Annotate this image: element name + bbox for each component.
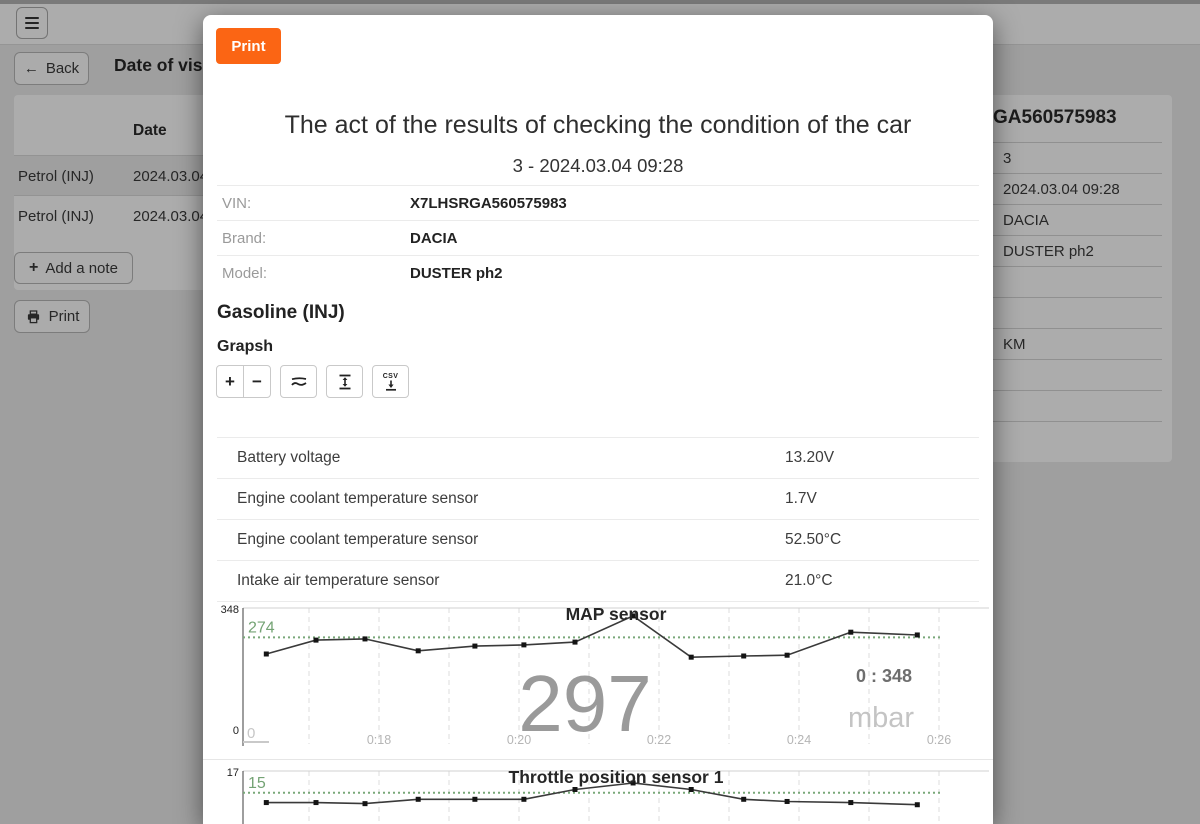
svg-text:17: 17 (227, 767, 239, 779)
sensor-name: Intake air temperature sensor (217, 572, 785, 590)
svg-text:348: 348 (221, 604, 239, 616)
sensor-row: Engine coolant temperature sensor 52.50°… (217, 519, 979, 560)
chart-map-sensor[interactable]: 274 348 00 297 0 : 348 mbar 0:18 0:20 0:22 0:24 0:… (203, 598, 993, 760)
svg-text:0: 0 (247, 725, 255, 742)
svg-text:297: 297 (518, 659, 651, 748)
svg-text:0:26: 0:26 (927, 733, 951, 747)
info-value: X7LHSRGA560575983 (410, 195, 567, 212)
svg-text:mbar: mbar (848, 702, 914, 734)
sensor-row: Intake air temperature sensor 21.0°C (217, 560, 979, 601)
export-csv-button[interactable]: CSV (372, 365, 409, 398)
svg-text:MAP sensor: MAP sensor (566, 604, 667, 624)
sensor-name: Engine coolant temperature sensor (217, 490, 785, 508)
sensor-name: Engine coolant temperature sensor (217, 531, 785, 549)
minus-icon: − (252, 372, 262, 391)
section-heading-gasoline: Gasoline (INJ) (217, 302, 345, 324)
sensor-value: 1.7V (785, 490, 979, 508)
fit-vertical-button[interactable] (326, 365, 363, 398)
wave-icon (289, 372, 309, 392)
sensor-name: Battery voltage (217, 449, 785, 467)
zoom-in-button[interactable]: + (216, 365, 244, 398)
info-value: DACIA (410, 230, 458, 247)
download-icon (383, 380, 399, 391)
modal-print-button[interactable]: Print (216, 28, 281, 64)
zoom-button-group: + − (216, 365, 271, 398)
svg-text:0: 0 (233, 725, 239, 737)
sensor-value: 52.50°C (785, 531, 979, 549)
info-label: Model: (217, 265, 410, 282)
info-label: VIN: (217, 195, 410, 212)
svg-text:15: 15 (248, 775, 266, 792)
info-row-brand: Brand: DACIA (217, 220, 979, 255)
svg-text:0:20: 0:20 (507, 733, 531, 747)
sensor-row: Engine coolant temperature sensor 1.7V (217, 478, 979, 519)
report-title: The act of the results of checking the c… (203, 111, 993, 140)
chart-throttle-position-sensor[interactable]: 15170:180:200:220:240:26Throttle positio… (203, 761, 993, 824)
sensor-value: 21.0°C (785, 572, 979, 590)
fit-height-icon (335, 372, 355, 392)
vehicle-info-table: VIN: X7LHSRGA560575983 Brand: DACIA Mode… (217, 185, 979, 290)
info-row-vin: VIN: X7LHSRGA560575983 (217, 185, 979, 220)
svg-text:0 : 348: 0 : 348 (856, 666, 912, 686)
info-label: Brand: (217, 230, 410, 247)
svg-text:0:18: 0:18 (367, 733, 391, 747)
sensor-value: 13.20V (785, 449, 979, 467)
report-modal: Print The act of the results of checking… (203, 15, 993, 824)
report-subtitle: 3 - 2024.03.04 09:28 (203, 155, 993, 177)
plus-icon: + (225, 372, 235, 391)
zoom-out-button[interactable]: − (243, 365, 271, 398)
chart-toolbar: + − CSV (216, 365, 409, 398)
throttle-sensor-line-chart: 15170:180:200:220:240:26Throttle positio… (203, 761, 993, 824)
csv-label: CSV (383, 373, 399, 380)
info-value: DUSTER ph2 (410, 265, 503, 282)
map-sensor-line-chart: 274 348 00 297 0 : 348 mbar 0:18 0:20 0:22 0:24 0:… (203, 598, 993, 760)
smooth-curve-button[interactable] (280, 365, 317, 398)
sensor-row: Battery voltage 13.20V (217, 437, 979, 478)
svg-text:274: 274 (248, 619, 275, 636)
svg-text:0:24: 0:24 (787, 733, 811, 747)
graph-heading: Grapsh (217, 338, 273, 356)
svg-text:Throttle position sensor 1: Throttle position sensor 1 (509, 767, 724, 787)
info-row-model: Model: DUSTER ph2 (217, 255, 979, 290)
app-root: ← Back Date of visit f Date Petrol (INJ)… (0, 0, 1200, 824)
svg-text:0:22: 0:22 (647, 733, 671, 747)
sensor-readings-table: Battery voltage 13.20V Engine coolant te… (217, 437, 979, 602)
